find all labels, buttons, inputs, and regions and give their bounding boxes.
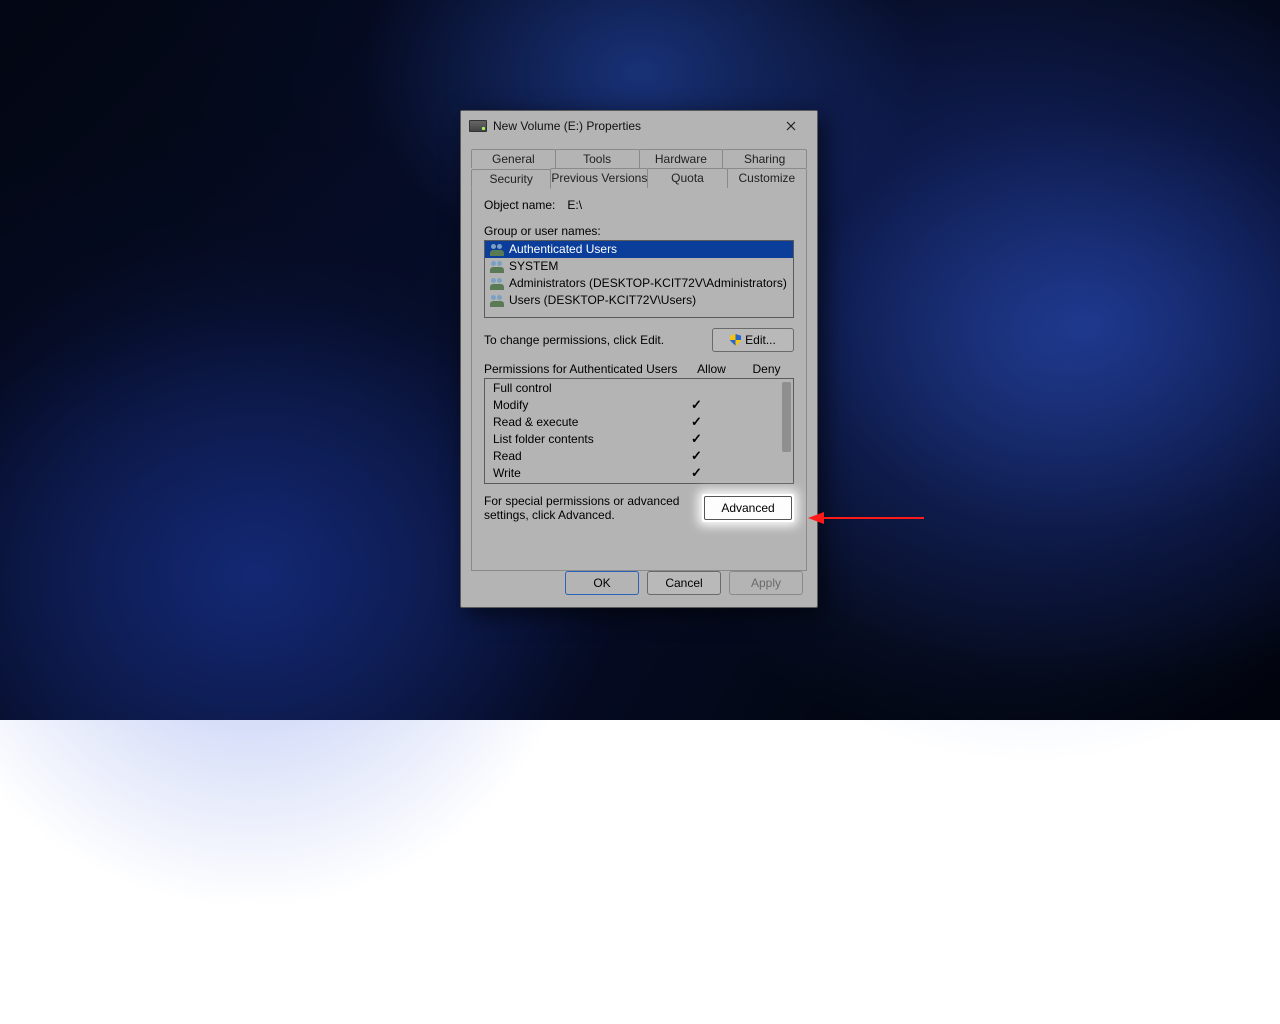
apply-button[interactable]: Apply [729,571,803,595]
tab-security[interactable]: Security [471,169,551,189]
dialog-button-row: OK Cancel Apply [565,571,803,595]
drive-icon [469,120,487,132]
permission-name: Read [493,449,669,463]
deny-column-header: Deny [739,362,794,376]
advanced-button-highlight: Advanced [702,494,794,522]
object-name-value: E:\ [567,198,582,212]
permission-row[interactable]: List folder contents ✓ [485,430,793,447]
permission-row[interactable]: Read & execute ✓ [485,413,793,430]
permission-allow: ✓ [669,398,724,411]
list-item-label: Authenticated Users [509,241,617,258]
edit-button-label: Edit... [745,333,776,347]
tab-quota[interactable]: Quota [647,168,727,188]
permission-name: Modify [493,398,669,412]
permissions-list[interactable]: Full control Modify ✓ Read & execute ✓ L… [484,378,794,484]
group-item-system[interactable]: SYSTEM [485,258,793,275]
object-name-label: Object name: [484,198,555,212]
group-icon [490,278,505,290]
permission-name: Read & execute [493,415,669,429]
window-title: New Volume (E:) Properties [493,119,773,133]
cancel-button-label: Cancel [665,576,702,590]
tab-hardware[interactable]: Hardware [639,149,724,168]
permission-allow: ✓ [669,432,724,445]
list-item-label: SYSTEM [509,258,558,275]
ok-button[interactable]: OK [565,571,639,595]
advanced-button-label: Advanced [721,501,774,515]
permissions-header: Permissions for Authenticated Users Allo… [484,362,794,376]
tab-customize[interactable]: Customize [727,168,807,188]
group-item-administrators[interactable]: Administrators (DESKTOP-KCIT72V\Administ… [485,275,793,292]
tab-sharing[interactable]: Sharing [722,149,807,168]
uac-shield-icon [730,334,741,346]
permission-name: Full control [493,381,669,395]
advanced-text: For special permissions or advanced sett… [484,494,694,522]
permission-row[interactable]: Modify ✓ [485,396,793,413]
close-icon [786,121,796,131]
permission-allow: ✓ [669,466,724,479]
permission-allow: ✓ [669,449,724,462]
security-panel: Object name: E:\ Group or user names: Au… [471,187,807,571]
scrollbar-track[interactable] [779,379,793,483]
tab-tools[interactable]: Tools [555,149,640,168]
scrollbar-thumb[interactable] [782,382,791,452]
permission-name: Write [493,466,669,480]
group-user-list[interactable]: Authenticated Users SYSTEM Administrator… [484,240,794,318]
title-bar[interactable]: New Volume (E:) Properties [461,111,817,141]
edit-button[interactable]: Edit... [712,328,794,352]
group-icon [490,261,505,273]
permission-name: List folder contents [493,432,669,446]
apply-button-label: Apply [751,576,781,590]
change-permissions-text: To change permissions, click Edit. [484,333,664,347]
group-icon [490,244,505,256]
list-item-label: Administrators (DESKTOP-KCIT72V\Administ… [509,275,787,292]
group-list-label: Group or user names: [484,224,794,238]
tab-previous-versions[interactable]: Previous Versions [550,168,648,188]
permission-row[interactable]: Read ✓ [485,447,793,464]
group-icon [490,295,505,307]
list-item-label: Users (DESKTOP-KCIT72V\Users) [509,292,696,309]
close-button[interactable] [773,114,809,138]
ok-button-label: OK [593,576,610,590]
permissions-for-label: Permissions for Authenticated Users [484,362,684,376]
permission-row[interactable]: Full control [485,379,793,396]
permission-allow: ✓ [669,415,724,428]
group-item-users[interactable]: Users (DESKTOP-KCIT72V\Users) [485,292,793,309]
permission-row[interactable]: Write ✓ [485,464,793,481]
allow-column-header: Allow [684,362,739,376]
cancel-button[interactable]: Cancel [647,571,721,595]
properties-dialog: New Volume (E:) Properties General Tools… [460,110,818,608]
group-item-authenticated-users[interactable]: Authenticated Users [485,241,793,258]
advanced-button[interactable]: Advanced [704,496,792,520]
tab-strip: General Tools Hardware Sharing Security … [471,149,807,572]
tab-general[interactable]: General [471,149,556,168]
